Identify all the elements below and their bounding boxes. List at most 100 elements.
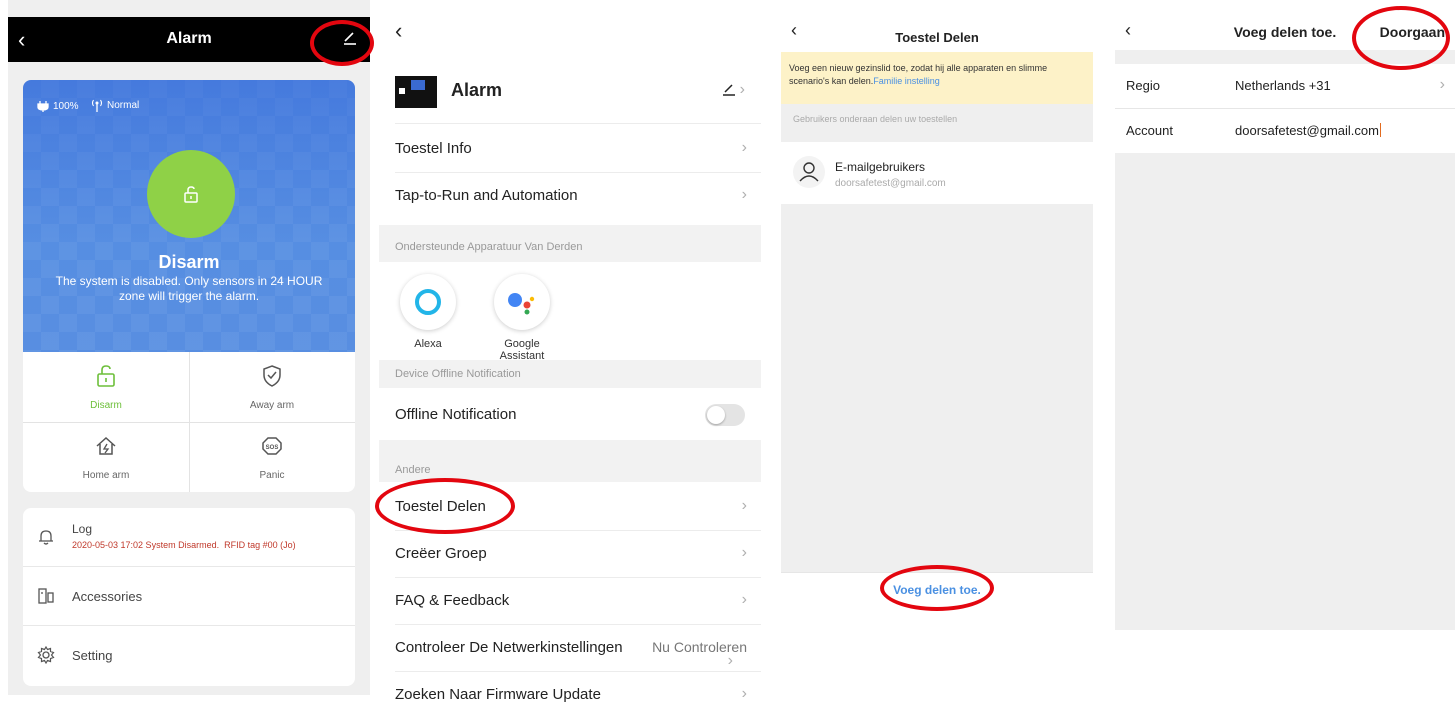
google-assistant-icon xyxy=(494,274,550,330)
assistant-google[interactable]: Google Assistant xyxy=(487,274,557,362)
chevron-right-icon: › xyxy=(741,186,747,203)
device-name: Alarm xyxy=(451,80,503,100)
menu-item-toestel-delen[interactable]: Toestel Delen › xyxy=(379,484,761,530)
accessories-label: Accessories xyxy=(72,589,143,604)
signal-icon xyxy=(91,99,103,112)
user-email: doorsafetest@gmail.com xyxy=(835,178,946,189)
svg-text:SOS: SOS xyxy=(266,445,279,451)
log-entry: 2020-05-03 17:02 System Disarmed. RFID t… xyxy=(72,540,296,550)
setting-item[interactable]: Setting xyxy=(23,626,355,685)
mode-panic[interactable]: SOS Panic xyxy=(189,422,355,492)
chevron-right-icon: › xyxy=(741,139,747,156)
section-header-offline: Device Offline Notification xyxy=(379,360,761,388)
mode-home-arm[interactable]: Home arm xyxy=(23,422,189,492)
setting-label: Setting xyxy=(72,648,113,663)
chevron-right-icon: › xyxy=(1439,76,1445,93)
mode-label: Home arm xyxy=(82,470,130,481)
mode-label: Away arm xyxy=(249,400,295,411)
share-header: ‹ Toestel Delen xyxy=(781,0,1093,52)
battery-status: 100% xyxy=(37,100,79,112)
user-icon xyxy=(793,156,825,188)
accessories-item[interactable]: Accessories xyxy=(23,567,355,626)
plug-icon xyxy=(37,101,49,112)
log-label: Log xyxy=(72,522,93,536)
network-check-action[interactable]: Nu Controleren › xyxy=(652,639,747,669)
sos-icon: SOS xyxy=(262,437,282,455)
back-icon[interactable]: ‹ xyxy=(395,18,402,44)
region-row[interactable]: Regio Netherlands +31 › xyxy=(1115,64,1455,108)
log-item[interactable]: Log 2020-05-03 17:02 System Disarmed. RF… xyxy=(23,508,355,567)
device-header[interactable]: Alarm › xyxy=(395,72,761,124)
account-value: doorsafetest@gmail.com xyxy=(1235,123,1379,138)
edit-icon xyxy=(722,84,735,96)
edit-icon[interactable] xyxy=(342,30,358,46)
continue-button[interactable]: Doorgaan xyxy=(1380,24,1445,40)
disarm-status-button[interactable] xyxy=(147,150,235,238)
menu-item-label: Tap-to-Run and Automation xyxy=(395,187,578,204)
section-header-other: Andere xyxy=(379,440,761,482)
menu-item-creeer-groep[interactable]: Creëer Groep › xyxy=(379,531,761,577)
mode-label: Panic xyxy=(259,470,285,481)
offline-notification-toggle[interactable] xyxy=(705,404,745,426)
account-input[interactable]: doorsafetest@gmail.com xyxy=(1235,123,1381,138)
section-header-third-party: Ondersteunde Apparatuur Van Derden xyxy=(379,225,761,262)
menu-item-label: Controleer De Netwerkinstellingen xyxy=(395,639,623,656)
add-share-header: ‹ Voeg delen toe. Doorgaan xyxy=(1115,0,1455,50)
menu-item-toestel-info[interactable]: Toestel Info › xyxy=(379,126,761,172)
assistant-alexa[interactable]: Alexa xyxy=(393,274,463,350)
battery-value: 100% xyxy=(53,100,79,112)
family-settings-link[interactable]: Familie instelling xyxy=(873,76,940,86)
alarm-menu-list: Log 2020-05-03 17:02 System Disarmed. RF… xyxy=(23,508,355,686)
alarm-state: Disarm xyxy=(158,252,220,272)
share-notice: Voeg een nieuw gezinslid toe, zodat hij … xyxy=(781,52,1093,104)
unlock-icon xyxy=(97,365,115,387)
mode-disarm[interactable]: Disarm xyxy=(23,352,189,422)
alarm-header: ‹ Alarm xyxy=(8,17,370,62)
menu-item-faq-feedback[interactable]: FAQ & Feedback › xyxy=(379,578,761,624)
add-share-button[interactable]: Voeg delen toe. xyxy=(781,572,1093,600)
menu-item-label: Zoeken Naar Firmware Update xyxy=(395,686,601,703)
menu-item-network-check[interactable]: Controleer De Netwerkinstellingen Nu Con… xyxy=(379,625,761,671)
offline-notification-row: Offline Notification xyxy=(379,390,761,438)
chevron-right-icon: › xyxy=(727,652,733,669)
shared-user-item[interactable]: E-mailgebruikers doorsafetest@gmail.com xyxy=(781,142,1093,204)
edit-device[interactable]: › xyxy=(722,81,745,99)
gear-icon xyxy=(37,646,55,664)
page-title: Alarm xyxy=(166,30,212,47)
account-label: Account xyxy=(1126,123,1173,138)
menu-item-label: Toestel Delen xyxy=(395,498,486,515)
section-header-label: Ondersteunde Apparatuur Van Derden xyxy=(395,241,583,253)
assistant-label: Alexa xyxy=(414,338,442,350)
region-value: Netherlands +31 xyxy=(1235,78,1331,93)
chevron-right-icon: › xyxy=(739,81,745,98)
menu-item-firmware-update[interactable]: Zoeken Naar Firmware Update › xyxy=(379,672,761,713)
chevron-right-icon: › xyxy=(741,544,747,561)
menu-item-label: Creëer Groep xyxy=(395,545,487,562)
mode-away-arm[interactable]: Away arm xyxy=(189,352,355,422)
menu-item-label: Toestel Info xyxy=(395,140,472,157)
share-device-screen: ‹ Toestel Delen Voeg een nieuw gezinslid… xyxy=(781,0,1093,600)
device-settings-screen: ‹ Alarm › Toestel Info › Tap-to-Run and … xyxy=(379,0,761,713)
mode-label: Disarm xyxy=(90,400,122,411)
mode-grid: Disarm Away arm Home arm SOS Panic xyxy=(23,352,355,492)
accessories-icon xyxy=(38,588,54,604)
offline-notification-label: Offline Notification xyxy=(395,406,517,423)
chevron-right-icon: › xyxy=(741,685,747,702)
alarm-screen: ‹ Alarm 100% Normal Disarm The system is… xyxy=(8,0,370,695)
account-row: Account doorsafetest@gmail.com xyxy=(1115,109,1455,153)
unlock-icon xyxy=(184,186,198,203)
chevron-right-icon: › xyxy=(741,497,747,514)
menu-item-tap-to-run[interactable]: Tap-to-Run and Automation › xyxy=(379,173,761,219)
shield-check-icon xyxy=(263,365,281,387)
alarm-state-description: The system is disabled. Only sensors in … xyxy=(55,274,323,303)
section-header-label: Andere xyxy=(395,464,431,476)
bell-icon xyxy=(39,530,53,545)
chevron-right-icon: › xyxy=(741,591,747,608)
signal-value: Normal xyxy=(107,99,140,111)
text-caret xyxy=(1379,123,1381,137)
signal-status: Normal xyxy=(91,98,139,112)
section-header-label: Device Offline Notification xyxy=(395,368,521,380)
assistant-label: Google Assistant xyxy=(499,338,545,362)
users-subheader: Gebruikers onderaan delen uw toestellen xyxy=(793,114,958,124)
add-share-screen: ‹ Voeg delen toe. Doorgaan Regio Netherl… xyxy=(1115,0,1455,630)
